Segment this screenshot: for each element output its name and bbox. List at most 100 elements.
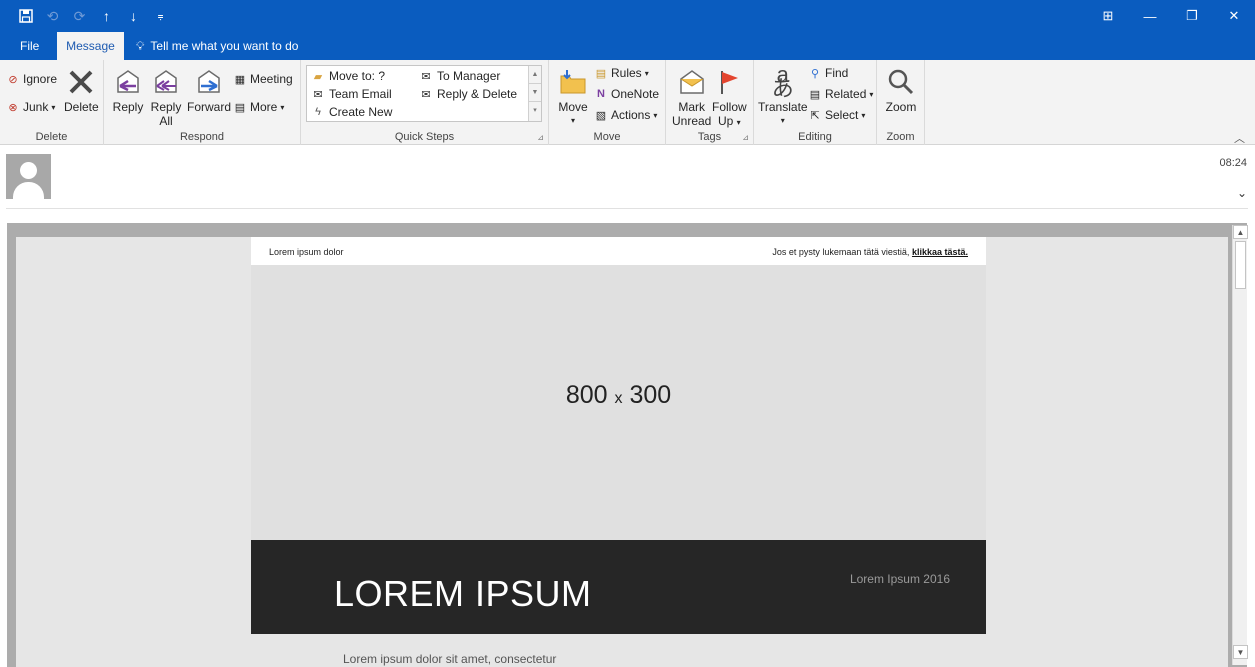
group-label-zoom: Zoom [886, 131, 915, 143]
junk-label: Junk [23, 100, 49, 114]
save-icon[interactable] [12, 0, 39, 32]
hero-dimensions: 800 x 300 [565, 381, 672, 409]
more-label: More [250, 100, 278, 114]
scroll-down-icon[interactable]: ▼ [529, 84, 541, 102]
folder-icon: ▰ [313, 70, 323, 83]
onenote-label: OneNote [611, 87, 660, 101]
dialog-launcher-icon[interactable]: ⊿ [537, 133, 544, 142]
chevron-down-icon: ▾ [570, 116, 575, 125]
group-move: Move ▾ ▤ Rules ▾ N OneNote ▧ Actions ▾ M… [549, 60, 666, 145]
select-button[interactable]: ⇱ Select ▾ [808, 108, 865, 122]
move-button[interactable]: Move ▾ [557, 64, 589, 128]
cursor-icon: ⇱ [810, 109, 820, 122]
tell-me-box[interactable]: 💡︎ Tell me what you want to do [136, 32, 298, 60]
quick-step-to-manager[interactable]: ✉ To Manager [419, 69, 500, 83]
quick-step-team-email[interactable]: ✉ Team Email [311, 87, 391, 101]
ignore-label: Ignore [23, 72, 58, 86]
redo-icon[interactable]: ⟳ [66, 0, 93, 32]
follow-up-label-1: Follow [712, 100, 747, 114]
mark-unread-label-2: Unread [672, 114, 712, 128]
scroll-down-icon[interactable]: ▼ [1233, 645, 1248, 659]
delete-button[interactable]: Delete [64, 64, 99, 114]
quick-step-create-new[interactable]: ϟ Create New [311, 105, 392, 119]
group-zoom: Zoom Zoom [877, 60, 925, 145]
minimize-icon[interactable]: — [1129, 0, 1171, 32]
mark-unread-button[interactable]: Mark Unread [672, 64, 711, 128]
expand-gallery-icon[interactable]: ▾ [529, 102, 541, 120]
message-body-frame: Lorem ipsum dolor Jos et pysty lukemaan … [7, 223, 1248, 667]
reply-all-icon [150, 64, 182, 100]
preheader-left: Lorem ipsum dolor [269, 247, 344, 257]
ribbon: ⊘ Ignore ⊗ Junk ▾ Delete Delete Reply Re… [0, 60, 1255, 145]
message-scrollbar[interactable]: ▲ ▼ [1232, 225, 1248, 665]
group-label-tags: Tags [697, 131, 722, 143]
onenote-button[interactable]: N OneNote [594, 87, 659, 101]
message-header: 08:24 ⌄ [0, 146, 1255, 208]
mark-unread-label-1: Mark [678, 100, 706, 114]
onenote-icon: N [597, 88, 605, 100]
meeting-icon: ▦ [234, 73, 246, 86]
translate-icon: aあ [771, 62, 794, 101]
chevron-down-icon: ▾ [280, 102, 285, 112]
window-controls: ⊞ — ❐ ✕ [1087, 0, 1255, 32]
tab-message[interactable]: Message [57, 32, 124, 60]
dialog-launcher-icon[interactable]: ⊿ [742, 133, 749, 142]
magnifier-icon [885, 64, 917, 100]
quick-steps-gallery: ▰ Move to: ? ✉ Team Email ϟ Create New ✉… [306, 65, 542, 122]
junk-button[interactable]: ⊗ Junk ▾ [6, 100, 55, 114]
group-tags: Mark Unread Follow Up ▾ Tags ⊿ [666, 60, 754, 145]
scrollbar-thumb[interactable] [1235, 241, 1246, 289]
quick-step-move-to[interactable]: ▰ Move to: ? [311, 69, 385, 83]
quick-step-reply-delete[interactable]: ✉ Reply & Delete [419, 87, 517, 101]
up-arrow-icon[interactable]: ↑ [93, 0, 120, 32]
mail-icon: ✉ [313, 88, 323, 101]
group-editing: aあ Translate ▾ ⚲ Find ▤ Related ▾ ⇱ Sele… [754, 60, 877, 145]
quick-step-label: Move to: ? [329, 69, 386, 83]
collapse-ribbon-icon[interactable]: ︿ [1234, 130, 1245, 146]
more-button[interactable]: ▤ More ▾ [233, 100, 285, 114]
ribbon-display-icon[interactable]: ⊞ [1087, 0, 1129, 32]
group-label-move: Move [593, 131, 621, 143]
preheader-right: Jos et pysty lukemaan tätä viestiä, klik… [772, 247, 968, 257]
follow-up-button[interactable]: Follow Up ▾ [712, 64, 747, 130]
junk-icon: ⊗ [8, 101, 18, 114]
delete-label: Delete [64, 100, 99, 114]
tell-me-text: Tell me what you want to do [150, 39, 299, 53]
quick-step-label: To Manager [437, 69, 501, 83]
chevron-down-icon[interactable]: ⌄ [1237, 186, 1247, 200]
down-arrow-icon[interactable]: ↓ [120, 0, 147, 32]
message-canvas: Lorem ipsum dolor Jos et pysty lukemaan … [16, 237, 1228, 667]
group-delete: ⊘ Ignore ⊗ Junk ▾ Delete Delete [0, 60, 104, 145]
move-folder-icon [557, 64, 589, 100]
zoom-label: Zoom [885, 100, 917, 114]
reply-button[interactable]: Reply [112, 64, 144, 114]
rules-label: Rules [611, 66, 642, 80]
forward-mail-icon: ✉ [421, 70, 431, 83]
scroll-up-icon[interactable]: ▲ [1233, 225, 1248, 239]
restore-icon[interactable]: ❐ [1171, 0, 1213, 32]
find-label: Find [825, 66, 849, 80]
ignore-button[interactable]: ⊘ Ignore [6, 72, 57, 86]
forward-icon [193, 64, 225, 100]
reply-all-label-1: Reply [150, 100, 182, 114]
scroll-up-icon[interactable]: ▲ [529, 66, 541, 84]
banner-year: Lorem Ipsum 2016 [849, 572, 950, 586]
customize-icon[interactable]: ⩦ [147, 0, 174, 32]
email-preheader: Lorem ipsum dolor Jos et pysty lukemaan … [251, 237, 986, 265]
meeting-button[interactable]: ▦ Meeting [233, 72, 293, 86]
group-label-quick-steps: Quick Steps [394, 131, 455, 143]
header-divider [6, 208, 1248, 209]
related-button[interactable]: ▤ Related ▾ [808, 87, 874, 101]
actions-button[interactable]: ▧ Actions ▾ [594, 108, 658, 122]
translate-button[interactable]: aあ Translate ▾ [758, 64, 808, 128]
forward-button[interactable]: Forward [187, 64, 231, 114]
close-icon[interactable]: ✕ [1213, 0, 1255, 32]
zoom-button[interactable]: Zoom [885, 64, 917, 114]
tab-file[interactable]: File [8, 32, 51, 60]
view-in-browser-link[interactable]: klikkaa tästä. [912, 247, 968, 257]
chevron-down-icon: ▾ [644, 68, 649, 78]
reply-all-button[interactable]: Reply All [150, 64, 182, 128]
rules-button[interactable]: ▤ Rules ▾ [594, 66, 649, 80]
find-button[interactable]: ⚲ Find [808, 66, 848, 80]
undo-icon[interactable]: ⟲ [39, 0, 66, 32]
